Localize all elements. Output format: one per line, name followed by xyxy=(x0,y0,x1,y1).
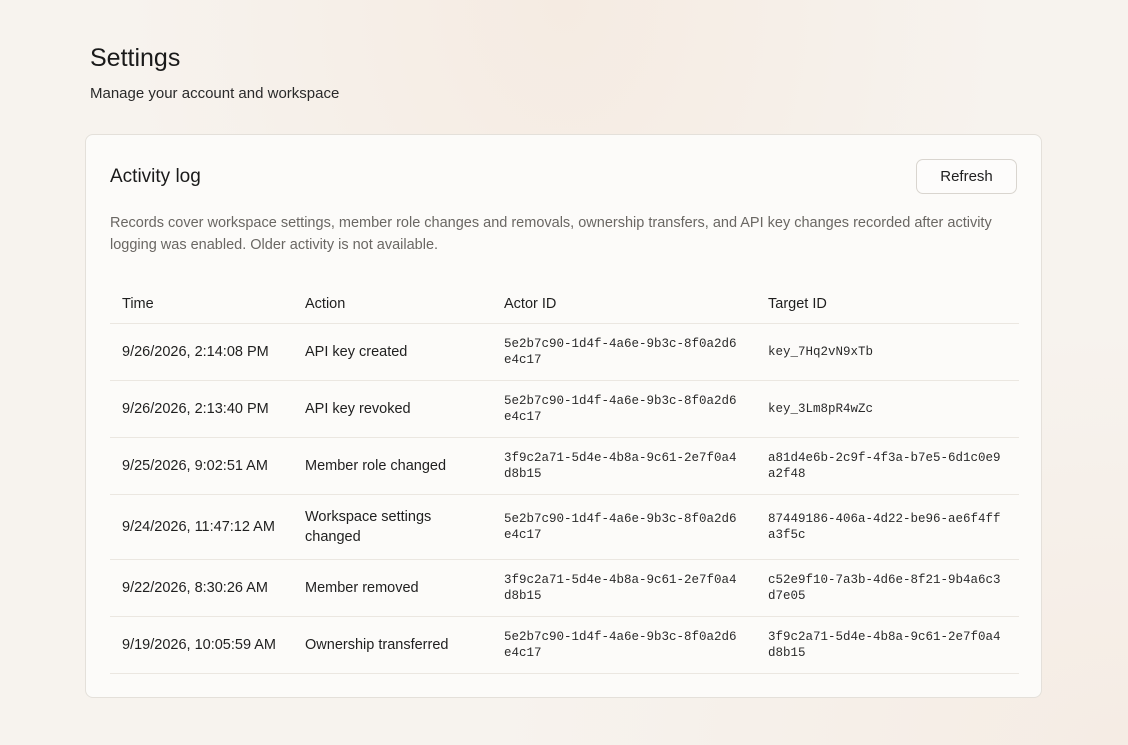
cell-actor-id: 5e2b7c90-1d4f-4a6e-9b3c-8f0a2d6e4c17 xyxy=(492,323,756,381)
table-row: 9/19/2026, 10:05:59 AM Ownership transfe… xyxy=(110,616,1019,674)
cell-action: API key revoked xyxy=(293,380,492,438)
activity-log-description: Records cover workspace settings, member… xyxy=(110,215,992,253)
cell-time: 9/26/2026, 2:14:08 PM xyxy=(110,323,293,381)
page-header: Settings Manage your account and workspa… xyxy=(90,42,339,104)
refresh-button[interactable]: Refresh xyxy=(916,159,1017,194)
cell-time: 9/25/2026, 9:02:51 AM xyxy=(110,437,293,495)
column-header-target-id: Target ID xyxy=(756,285,1019,324)
table-row: 9/24/2026, 11:47:12 AM Workspace setting… xyxy=(110,494,1019,560)
cell-action: API key created xyxy=(293,323,492,381)
page-title: Settings xyxy=(90,44,181,72)
cell-target-id: 3f9c2a71-5d4e-4b8a-9c61-2e7f0a4d8b15 xyxy=(756,616,1019,674)
table-row: 9/25/2026, 9:02:51 AM Member role change… xyxy=(110,437,1019,495)
cell-actor-id: 5e2b7c90-1d4f-4a6e-9b3c-8f0a2d6e4c17 xyxy=(492,616,756,674)
cell-actor-id: 5e2b7c90-1d4f-4a6e-9b3c-8f0a2d6e4c17 xyxy=(492,494,756,560)
cell-target-id: c52e9f10-7a3b-4d6e-8f21-9b4a6c3d7e05 xyxy=(756,559,1019,617)
column-header-time: Time xyxy=(110,285,293,324)
cell-actor-id: 3f9c2a71-5d4e-4b8a-9c61-2e7f0a4d8b15 xyxy=(492,437,756,495)
cell-target-id: 87449186-406a-4d22-be96-ae6f4ffa3f5c xyxy=(756,494,1019,560)
cell-action: Workspace settings changed xyxy=(293,494,492,560)
cell-time: 9/26/2026, 2:13:40 PM xyxy=(110,380,293,438)
cell-target-id: a81d4e6b-2c9f-4f3a-b7e5-6d1c0e9a2f48 xyxy=(756,437,1019,495)
table-row: 9/22/2026, 8:30:26 AM Member removed 3f9… xyxy=(110,559,1019,617)
cell-action: Member role changed xyxy=(293,437,492,495)
table-header-row: Time Action Actor ID Target ID xyxy=(110,285,1019,324)
table-row: 9/26/2026, 2:13:40 PM API key revoked 5e… xyxy=(110,380,1019,438)
activity-log-title: Activity log xyxy=(110,166,201,187)
cell-target-id: key_7Hq2vN9xTb xyxy=(756,323,1019,381)
cell-time: 9/19/2026, 10:05:59 AM xyxy=(110,616,293,674)
cell-actor-id: 5e2b7c90-1d4f-4a6e-9b3c-8f0a2d6e4c17 xyxy=(492,380,756,438)
cell-time: 9/22/2026, 8:30:26 AM xyxy=(110,559,293,617)
page-subtitle: Manage your account and workspace xyxy=(90,85,340,102)
column-header-actor-id: Actor ID xyxy=(492,285,756,324)
activity-log-table: Time Action Actor ID Target ID 9/26/2026… xyxy=(110,285,1019,674)
column-header-action: Action xyxy=(293,285,492,324)
table-row: 9/26/2026, 2:14:08 PM API key created 5e… xyxy=(110,323,1019,381)
cell-action: Ownership transferred xyxy=(293,616,492,674)
cell-target-id: key_3Lm8pR4wZc xyxy=(756,380,1019,438)
cell-action: Member removed xyxy=(293,559,492,617)
cell-actor-id: 3f9c2a71-5d4e-4b8a-9c61-2e7f0a4d8b15 xyxy=(492,559,756,617)
activity-log-card: Activity log Refresh Records cover works… xyxy=(85,134,1042,698)
cell-time: 9/24/2026, 11:47:12 AM xyxy=(110,494,293,560)
